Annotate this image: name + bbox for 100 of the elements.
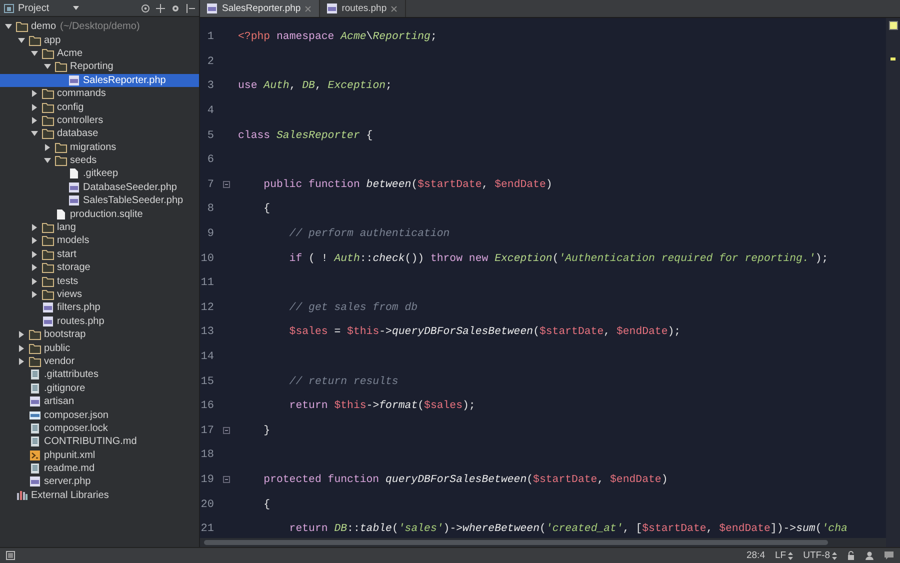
line-number: 13: [200, 326, 214, 338]
collapsed-arrow-icon[interactable]: [17, 356, 26, 366]
code-line: }: [262, 424, 270, 437]
tree-item[interactable]: commands: [0, 86, 199, 100]
tree-item[interactable]: .gitkeep: [0, 167, 199, 181]
fold-marker-icon[interactable]: [222, 476, 230, 484]
tree-item[interactable]: Acme: [0, 46, 199, 60]
line-number: 1: [206, 31, 214, 44]
code-line: // return results: [288, 376, 398, 388]
tree-item[interactable]: lang: [0, 220, 199, 234]
collapsed-arrow-icon[interactable]: [30, 223, 39, 232]
collapsed-arrow-icon[interactable]: [30, 290, 39, 299]
collapsed-arrow-icon[interactable]: [30, 116, 39, 125]
tree-item[interactable]: DatabaseSeeder.php: [0, 180, 199, 194]
php-file-icon: [68, 195, 80, 206]
tree-item[interactable]: artisan: [0, 394, 199, 408]
line-number: 5: [206, 130, 214, 142]
close-icon[interactable]: [390, 6, 397, 12]
tree-item[interactable]: bootstrap: [0, 328, 199, 342]
folder-icon: [42, 102, 54, 113]
xml-file-icon: [29, 450, 41, 461]
editor-tab[interactable]: routes.php: [320, 0, 406, 17]
panel-title[interactable]: Project: [18, 2, 50, 14]
path-hint: (~/Desktop/demo): [60, 21, 140, 32]
tree-item[interactable]: composer.json: [0, 408, 199, 422]
collapsed-arrow-icon[interactable]: [17, 344, 26, 353]
expand-icon[interactable]: [156, 4, 165, 12]
collapsed-arrow-icon[interactable]: [30, 276, 39, 286]
collapsed-arrow-icon[interactable]: [17, 330, 26, 340]
tree-item[interactable]: composer.lock: [0, 422, 199, 436]
tree-item[interactable]: demo (~/Desktop/demo): [0, 20, 199, 34]
horizontal-scrollbar[interactable]: [200, 538, 886, 547]
tree-item[interactable]: public: [0, 341, 199, 355]
collapsed-arrow-icon[interactable]: [30, 89, 39, 98]
tree-item[interactable]: config: [0, 100, 199, 114]
updown-caret-icon[interactable]: [788, 552, 794, 560]
line-number: 8: [206, 203, 214, 216]
tree-item[interactable]: vendor: [0, 354, 199, 368]
tree-item[interactable]: database: [0, 127, 199, 141]
expanded-arrow-icon[interactable]: [30, 48, 39, 58]
text-file-icon: [29, 436, 41, 448]
folder-icon: [42, 289, 54, 300]
tree-item[interactable]: tests: [0, 274, 199, 288]
lock-icon[interactable]: [847, 551, 855, 560]
expanded-arrow-icon[interactable]: [43, 156, 52, 166]
collapsed-arrow-icon[interactable]: [30, 250, 39, 259]
fold-marker-icon[interactable]: [222, 181, 230, 188]
collapsed-arrow-icon[interactable]: [30, 102, 39, 112]
hide-panel-icon[interactable]: [186, 4, 195, 12]
file-encoding[interactable]: UTF-8: [803, 550, 830, 561]
collapsed-arrow-icon[interactable]: [30, 263, 39, 272]
dropdown-caret-icon[interactable]: [73, 6, 80, 10]
line-number: 9: [206, 228, 214, 240]
tree-item[interactable]: .gitattributes: [0, 368, 199, 382]
tree-item[interactable]: models: [0, 234, 199, 248]
tree-item[interactable]: SalesReporter.php: [0, 74, 199, 87]
tree-item[interactable]: routes.php: [0, 314, 199, 328]
folder-icon: [29, 329, 41, 340]
tree-item[interactable]: seeds: [0, 154, 199, 168]
expanded-arrow-icon[interactable]: [4, 22, 13, 32]
tree-item[interactable]: production.sqlite: [0, 207, 199, 221]
code-line: class SalesReporter {: [238, 130, 373, 142]
tree-item[interactable]: filters.php: [0, 301, 199, 315]
folder-icon: [42, 114, 54, 126]
vertical-scrollbar[interactable]: [886, 18, 900, 547]
tree-item[interactable]: .gitignore: [0, 382, 199, 395]
folder-icon: [29, 342, 41, 354]
message-icon[interactable]: [884, 551, 894, 560]
tree-item[interactable]: CONTRIBUTING.md: [0, 435, 199, 448]
expanded-arrow-icon[interactable]: [17, 36, 26, 45]
person-icon[interactable]: [865, 551, 874, 560]
line-ending[interactable]: LF: [774, 550, 786, 561]
target-icon[interactable]: [141, 4, 150, 12]
expanded-arrow-icon[interactable]: [43, 62, 52, 72]
code-line: protected function queryDBForSalesBetween($startDate, $endDate): [262, 474, 668, 486]
tree-item[interactable]: server.php: [0, 475, 199, 489]
tree-item[interactable]: views: [0, 288, 199, 302]
tree-item[interactable]: SalesTableSeeder.php: [0, 194, 199, 208]
tree-item[interactable]: readme.md: [0, 462, 199, 476]
tree-item[interactable]: start: [0, 248, 199, 262]
collapsed-arrow-icon[interactable]: [43, 142, 52, 152]
tree-item[interactable]: controllers: [0, 114, 199, 128]
cursor-position[interactable]: 28:4: [746, 550, 765, 561]
status-marker-icon: [888, 21, 898, 30]
tree-item[interactable]: External Libraries: [0, 488, 199, 502]
updown-caret-icon[interactable]: [832, 552, 837, 560]
tree-item[interactable]: Reporting: [0, 60, 199, 74]
settings-icon[interactable]: [171, 4, 180, 12]
collapsed-arrow-icon[interactable]: [30, 236, 39, 246]
tree-item[interactable]: migrations: [0, 140, 199, 154]
tree-item[interactable]: phpunit.xml: [0, 448, 199, 462]
line-number: 19: [200, 474, 214, 486]
editor-tab[interactable]: SalesReporter.php: [200, 0, 320, 17]
tree-item[interactable]: app: [0, 33, 199, 47]
text-file-icon: [29, 382, 41, 394]
tree-item[interactable]: storage: [0, 261, 199, 274]
line-number: 17: [200, 424, 214, 437]
expanded-arrow-icon[interactable]: [30, 129, 39, 138]
fold-marker-icon[interactable]: [222, 427, 230, 434]
panel-toggle-icon[interactable]: [6, 551, 15, 560]
